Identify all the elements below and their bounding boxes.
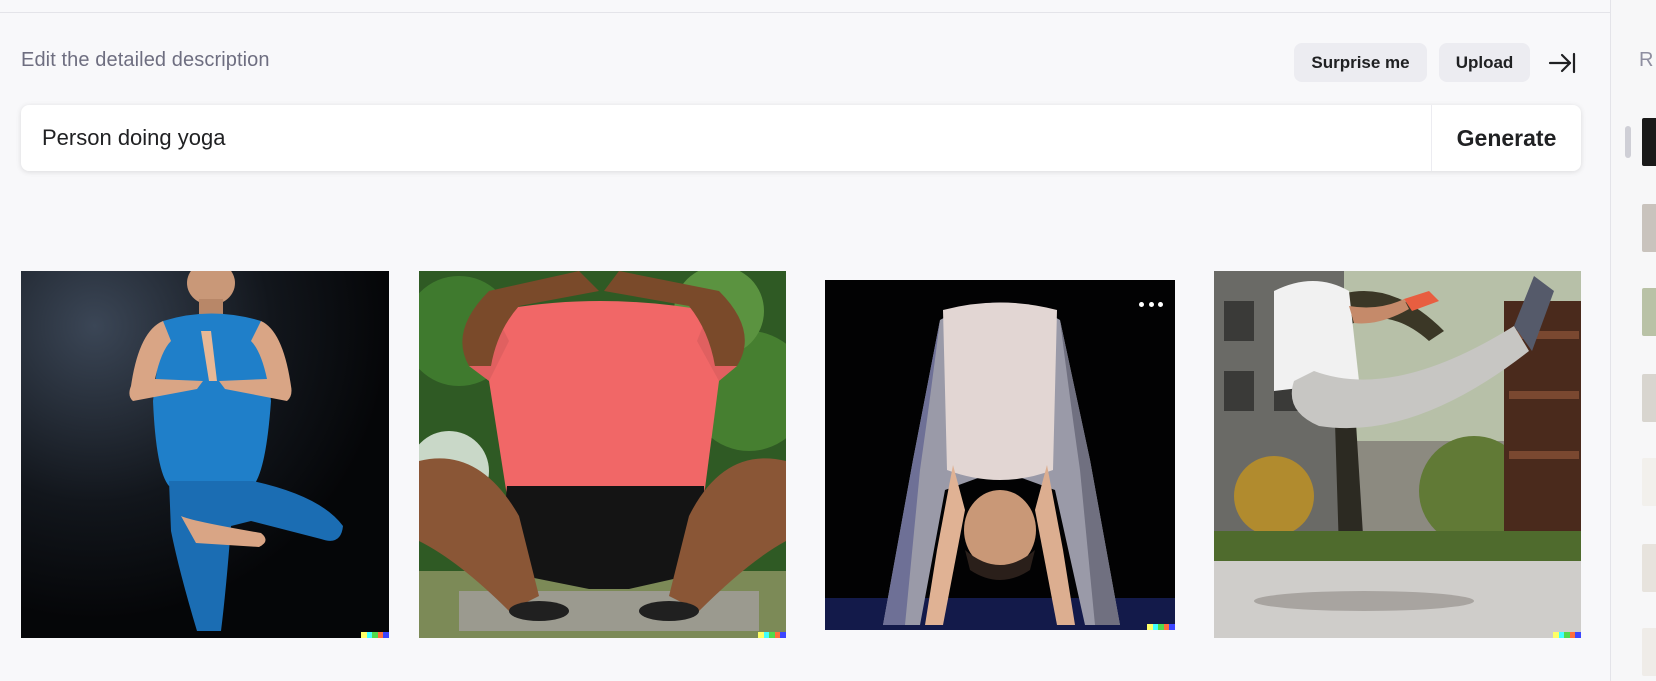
history-title: R — [1639, 49, 1654, 71]
yoga-image-tree-pose — [21, 271, 389, 638]
history-thumbnail[interactable] — [1642, 458, 1656, 506]
surprise-me-button[interactable]: Surprise me — [1294, 43, 1427, 82]
watermark — [1553, 632, 1581, 638]
more-dots-icon[interactable] — [1139, 300, 1163, 308]
history-thumbnail[interactable] — [1642, 374, 1656, 422]
history-scrollbar[interactable] — [1625, 126, 1631, 158]
watermark — [758, 632, 786, 638]
prompt-input[interactable] — [42, 105, 1442, 171]
yoga-image-flying-kick — [1214, 271, 1581, 638]
history-thumbnail[interactable] — [1642, 204, 1656, 252]
result-image-2[interactable] — [419, 271, 786, 638]
history-thumbnail[interactable] — [1642, 628, 1656, 676]
result-image-1[interactable] — [21, 271, 389, 638]
upload-button[interactable]: Upload — [1439, 43, 1530, 82]
prompt-bar: Generate — [21, 105, 1581, 171]
result-image-3[interactable] — [825, 280, 1175, 630]
watermark — [361, 632, 389, 638]
main-area: Edit the detailed description Surprise m… — [0, 0, 1610, 681]
result-image-4[interactable] — [1214, 271, 1581, 638]
generate-button[interactable]: Generate — [1432, 105, 1581, 171]
page-subtitle: Edit the detailed description — [21, 49, 270, 71]
history-thumbnail[interactable] — [1642, 544, 1656, 592]
arrow-right-to-line-icon[interactable] — [1548, 51, 1576, 75]
history-panel: R — [1610, 0, 1656, 681]
watermark — [1147, 624, 1175, 630]
history-thumbnail[interactable] — [1642, 118, 1656, 166]
history-thumbnail[interactable] — [1642, 288, 1656, 336]
yoga-image-forward-bend — [825, 280, 1175, 630]
yoga-image-seated — [419, 271, 786, 638]
